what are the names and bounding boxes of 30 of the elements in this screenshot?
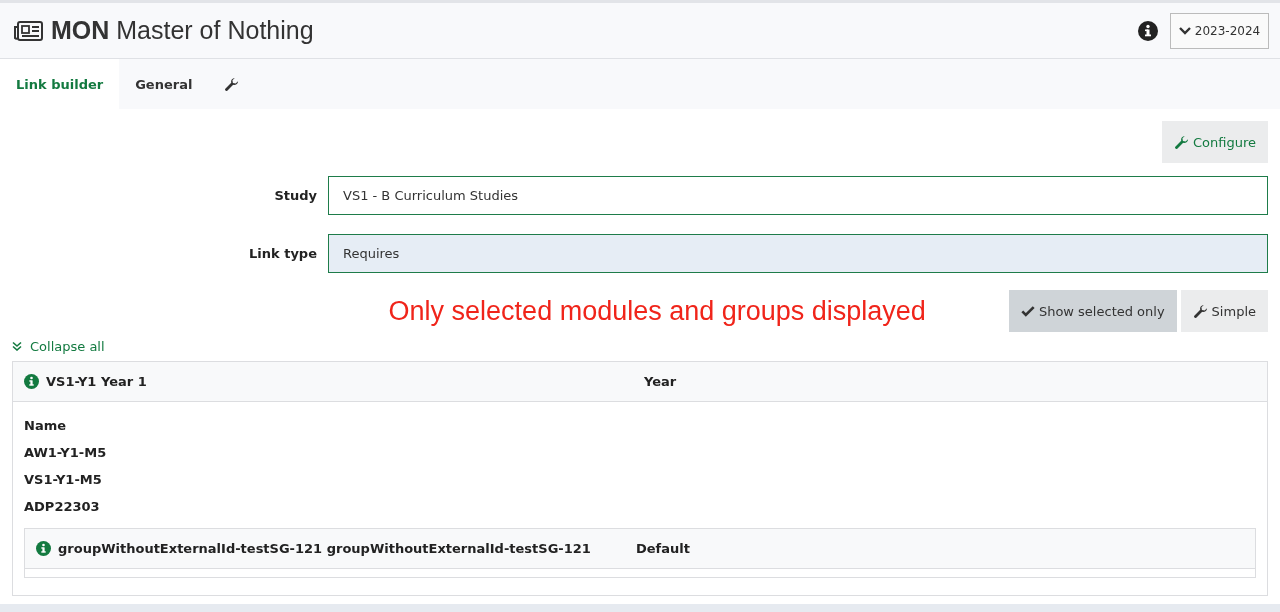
info-icon (36, 541, 51, 556)
double-chevron-icon (12, 341, 22, 351)
page-title: MON Master of Nothing (51, 16, 314, 45)
wrench-icon (1174, 134, 1189, 150)
tab[interactable]: General (119, 59, 209, 109)
text-field[interactable]: VS1 - B Curriculum Studies (328, 176, 1268, 215)
module-name[interactable]: AW1-Y1-M5 (24, 445, 1256, 472)
field-label: Study (273, 188, 318, 203)
field-label: Link type (248, 246, 318, 261)
wrench-icon (1192, 303, 1208, 319)
info-icon[interactable] (1138, 20, 1158, 41)
panel-title: VS1-Y1 Year 1 (46, 374, 147, 389)
configure-button[interactable]: Configure (1162, 121, 1268, 163)
info-icon (24, 374, 39, 389)
checkmark-icon (1020, 304, 1035, 318)
type-label: Year (644, 374, 677, 389)
module-name[interactable]: ADP22303 (24, 499, 1256, 526)
year-dropdown[interactable]: 2023-2024 (1170, 12, 1269, 49)
chevron-down-icon (1178, 26, 1191, 35)
group-title: groupWithoutExternalId-testSG-121 groupWithoutExternalId-testSG-121 (58, 541, 591, 556)
simple-button[interactable]: Simple (1180, 290, 1268, 332)
type-label: Default (636, 541, 690, 556)
show-selected-button[interactable]: Show selected only (1008, 290, 1177, 332)
tab[interactable]: Link builder (0, 59, 120, 109)
column-header: Name (24, 418, 67, 435)
status-message: Only selected modules and groups displayed (388, 295, 926, 327)
newspaper-icon (13, 20, 43, 41)
module-name[interactable]: VS1-Y1-M5 (24, 472, 1256, 499)
text-field[interactable]: Requires (328, 234, 1268, 273)
collapse-all-link[interactable]: Collapse all (12, 338, 105, 354)
